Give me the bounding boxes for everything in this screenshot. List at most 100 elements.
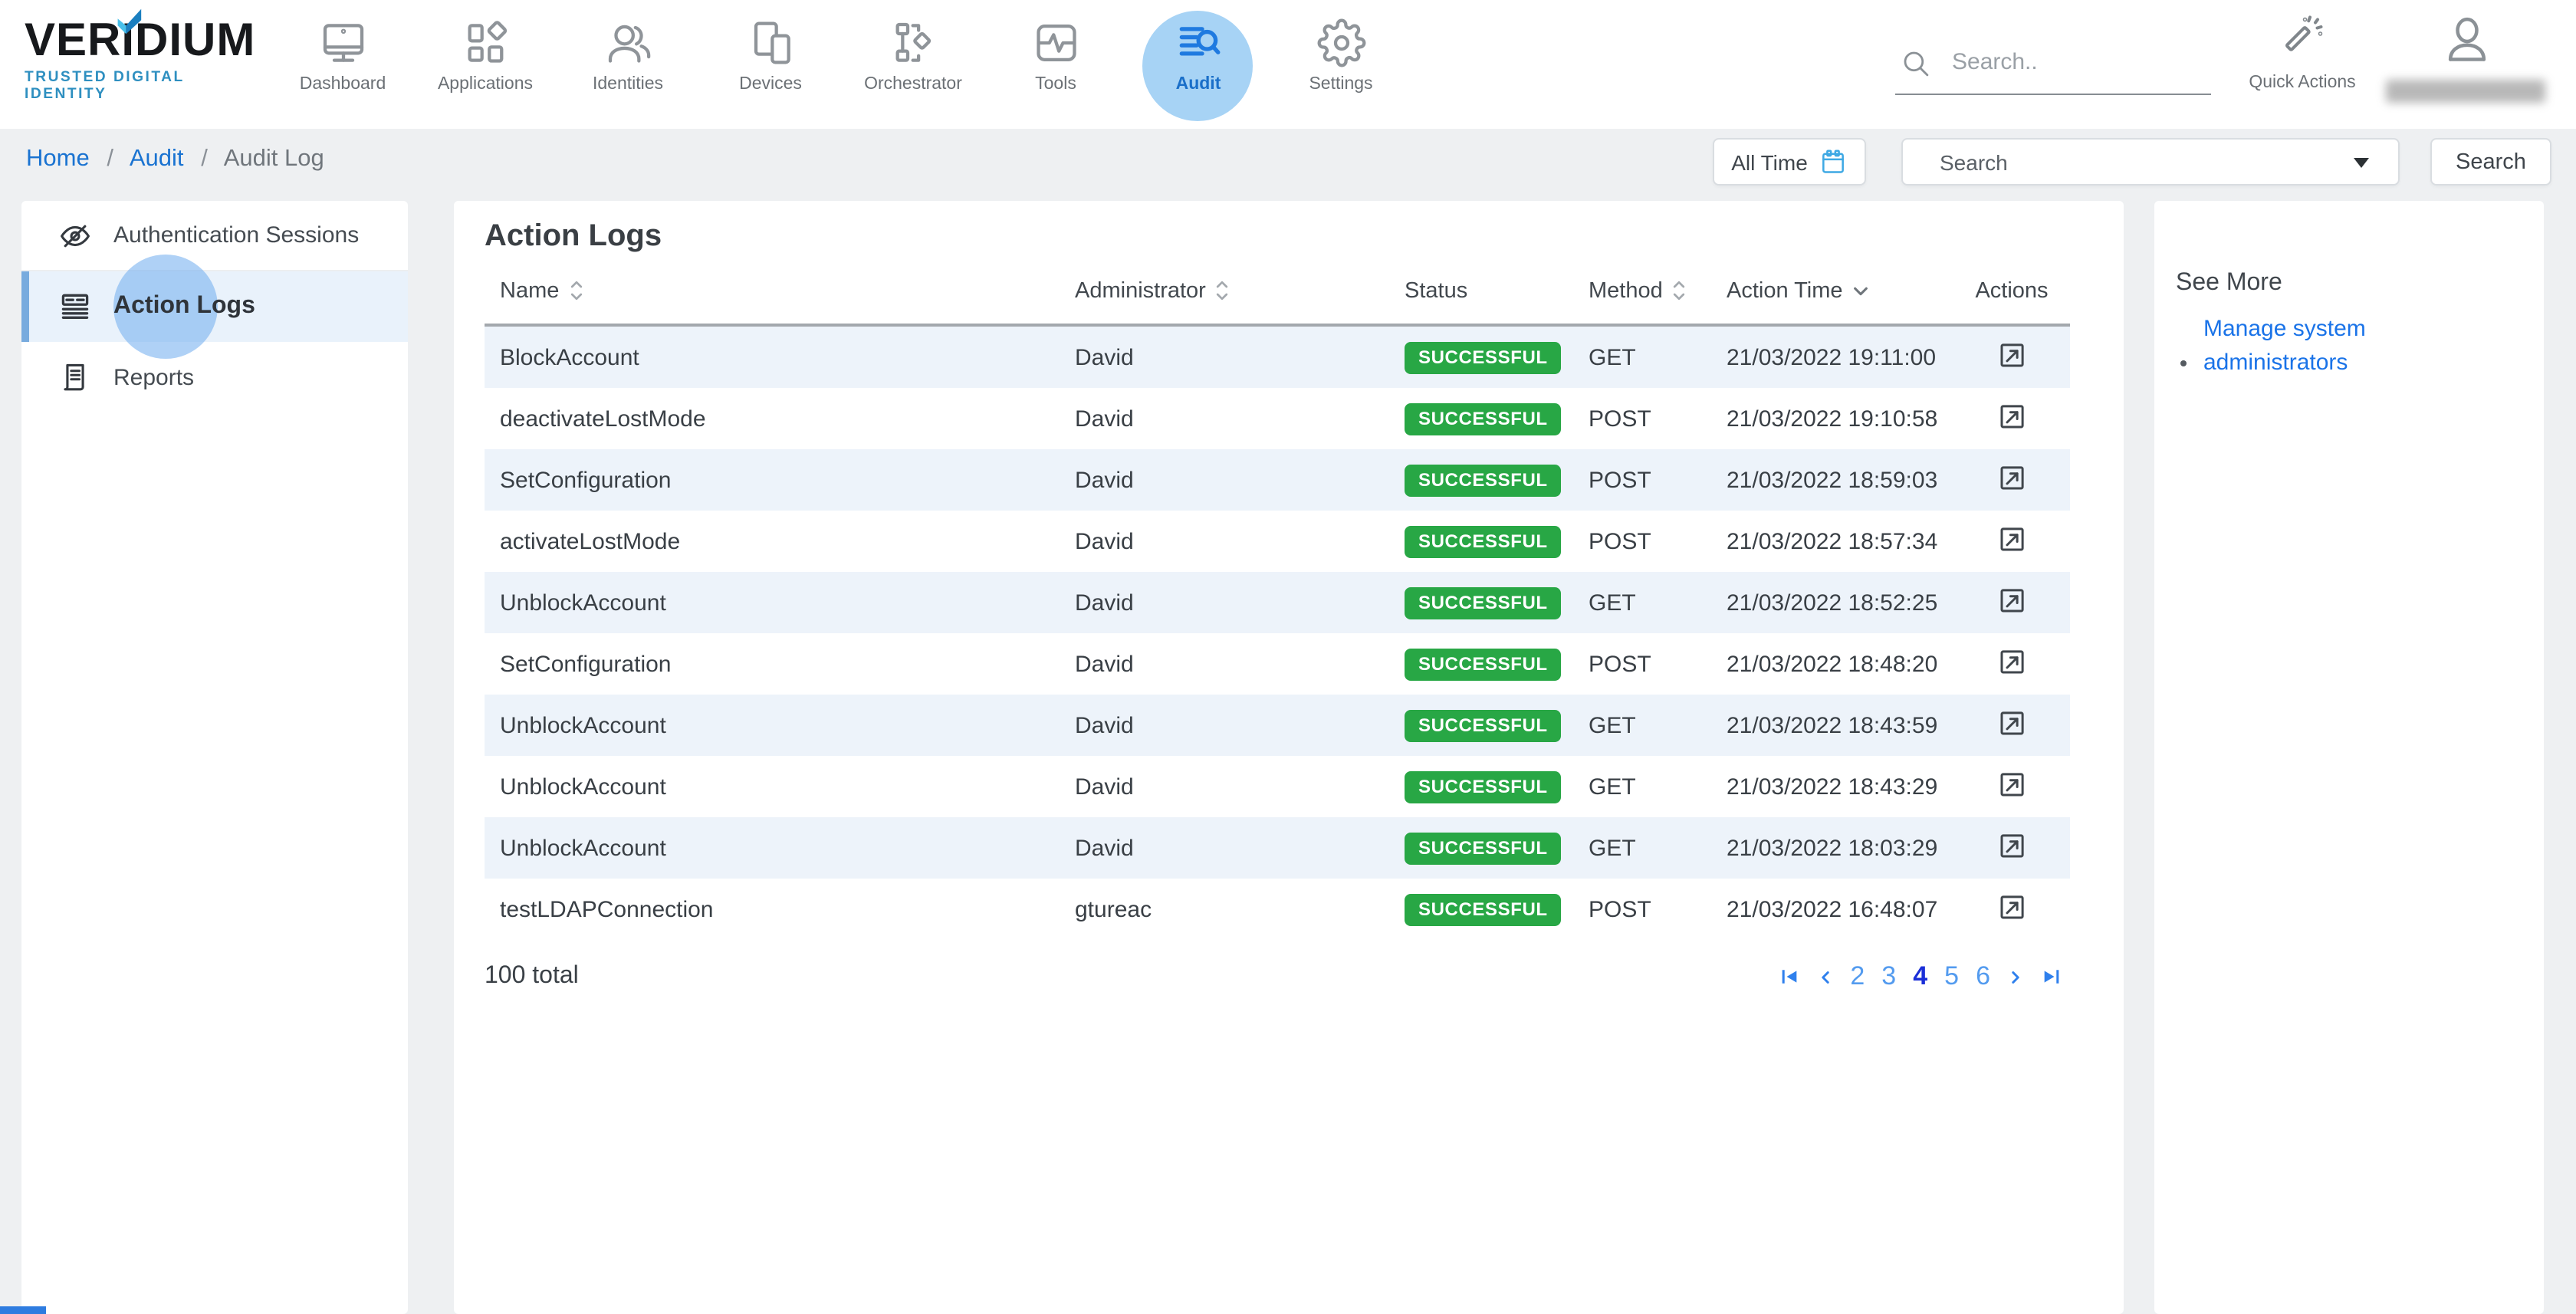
page-number-6[interactable]: 6 (1976, 961, 1990, 992)
nav-item-dashboard[interactable]: Dashboard (271, 9, 414, 123)
search-button[interactable]: Search (2430, 138, 2551, 186)
eye-off-icon (58, 218, 92, 252)
column-header-status: Status (1405, 278, 1589, 303)
global-search-input[interactable]: Search.. (1895, 34, 2211, 95)
cell-actions (1953, 522, 2070, 560)
cell-administrator: David (1075, 835, 1405, 861)
cell-administrator: David (1075, 528, 1405, 554)
page-last-icon[interactable] (2041, 966, 2062, 987)
breadcrumb: Home / Audit / Audit Log (26, 146, 324, 173)
cell-action-time: 21/03/2022 19:10:58 (1727, 406, 1953, 432)
audit-icon (1174, 18, 1223, 67)
quick-actions-button[interactable]: Quick Actions (2236, 11, 2369, 92)
cell-action-time: 21/03/2022 19:11:00 (1727, 344, 1953, 370)
breadcrumb-separator: / (96, 146, 124, 172)
column-header-administrator[interactable]: Administrator (1075, 278, 1405, 303)
nav-item-label: Orchestrator (864, 75, 962, 94)
sidebar-item-action-logs[interactable]: Action Logs (21, 271, 408, 342)
open-external-icon[interactable] (1996, 829, 2028, 861)
cell-action-time: 21/03/2022 18:03:29 (1727, 835, 1953, 861)
cell-name: SetConfiguration (485, 467, 1075, 493)
sidebar-item-label: Reports (113, 364, 194, 390)
open-external-icon[interactable] (1996, 706, 2028, 738)
calendar-icon (1819, 147, 1848, 176)
sidebar-item-reports[interactable]: Reports (21, 342, 408, 412)
search-field-dropdown[interactable]: Search (1901, 138, 2400, 186)
action-logs-panel: Action Logs Name Administrator Status Me… (454, 201, 2124, 1314)
page-number-4[interactable]: 4 (1913, 961, 1927, 992)
cell-name: UnblockAccount (485, 712, 1075, 738)
open-external-icon[interactable] (1996, 461, 2028, 493)
see-more-list: Manage system administrators (2154, 313, 2544, 379)
cell-method: POST (1589, 896, 1727, 922)
cell-status: SUCCESSFUL (1405, 709, 1589, 741)
apps-icon (461, 18, 510, 67)
open-external-icon[interactable] (1996, 890, 2028, 922)
time-filter-button[interactable]: All Time (1713, 138, 1866, 186)
chevron-down-icon (2352, 156, 2371, 170)
veridium-logo[interactable]: VERIDIUM TRUSTED DIGITAL IDENTITY (25, 18, 255, 103)
open-external-icon[interactable] (1996, 767, 2028, 800)
status-badge: SUCCESSFUL (1405, 893, 1562, 925)
cell-action-time: 21/03/2022 16:48:07 (1727, 896, 1953, 922)
cell-action-time: 21/03/2022 18:43:59 (1727, 712, 1953, 738)
column-header-name[interactable]: Name (485, 278, 1075, 303)
nav-item-tools[interactable]: Tools (984, 9, 1127, 123)
nav-item-devices[interactable]: Devices (699, 9, 842, 123)
cell-administrator: David (1075, 590, 1405, 616)
page-prev-icon[interactable] (1816, 967, 1833, 987)
user-avatar-icon[interactable] (2441, 8, 2493, 72)
page-first-icon[interactable] (1778, 966, 1799, 987)
open-external-icon[interactable] (1996, 645, 2028, 677)
status-badge: SUCCESSFUL (1405, 586, 1562, 619)
cell-administrator: David (1075, 406, 1405, 432)
cell-administrator: David (1075, 651, 1405, 677)
page-number-3[interactable]: 3 (1881, 961, 1896, 992)
search-icon (1900, 48, 1932, 80)
report-icon (58, 360, 92, 394)
nav-item-audit[interactable]: Audit (1127, 9, 1270, 123)
nav-item-label: Audit (1176, 75, 1221, 94)
table-row: testLDAPConnection gtureac SUCCESSFUL PO… (485, 879, 2070, 940)
cell-status: SUCCESSFUL (1405, 893, 1589, 925)
open-external-icon[interactable] (1996, 522, 2028, 554)
nav-item-applications[interactable]: Applications (414, 9, 557, 123)
page-number-5[interactable]: 5 (1944, 961, 1959, 992)
sort-icon (568, 279, 583, 302)
time-filter-label: All Time (1731, 149, 1808, 174)
cell-method: POST (1589, 467, 1727, 493)
open-external-icon[interactable] (1996, 338, 2028, 370)
nav-item-identities[interactable]: Identities (557, 9, 699, 123)
cell-status: SUCCESSFUL (1405, 586, 1589, 619)
breadcrumb-audit-link[interactable]: Audit (130, 146, 184, 172)
column-header-action-time[interactable]: Action Time (1727, 278, 1953, 303)
cell-administrator: David (1075, 774, 1405, 800)
top-header: VERIDIUM TRUSTED DIGITAL IDENTITY Dashbo… (0, 0, 2576, 129)
bottom-left-blue-artifact (0, 1306, 46, 1314)
cell-action-time: 21/03/2022 18:59:03 (1727, 467, 1953, 493)
open-external-icon[interactable] (1996, 583, 2028, 616)
monitor-icon (318, 18, 367, 67)
global-search-placeholder: Search.. (1952, 49, 2038, 75)
page-number-2[interactable]: 2 (1850, 961, 1865, 992)
manage-system-administrators-link[interactable]: Manage system administrators (2203, 313, 2384, 379)
sort-icon (1672, 279, 1687, 302)
devices-icon (746, 18, 795, 67)
cell-action-time: 21/03/2022 18:52:25 (1727, 590, 1953, 616)
open-external-icon[interactable] (1996, 399, 2028, 432)
breadcrumb-home-link[interactable]: Home (26, 146, 90, 172)
cell-administrator: gtureac (1075, 896, 1405, 922)
table-row: UnblockAccount David SUCCESSFUL GET 21/0… (485, 572, 2070, 633)
nav-item-settings[interactable]: Settings (1270, 9, 1412, 123)
cell-administrator: David (1075, 344, 1405, 370)
column-header-label: Action Time (1727, 278, 1843, 303)
sidebar-item-authentication-sessions[interactable]: Authentication Sessions (21, 201, 408, 271)
nav-item-orchestrator[interactable]: Orchestrator (842, 9, 984, 123)
logo-checkmark-icon (112, 8, 146, 35)
page-next-icon[interactable] (2007, 967, 2024, 987)
column-header-actions: Actions (1953, 278, 2070, 303)
sidebar-item-label: Authentication Sessions (113, 222, 359, 248)
cell-administrator: David (1075, 712, 1405, 738)
column-header-method[interactable]: Method (1589, 278, 1727, 303)
see-more-title: See More (2176, 270, 2544, 297)
